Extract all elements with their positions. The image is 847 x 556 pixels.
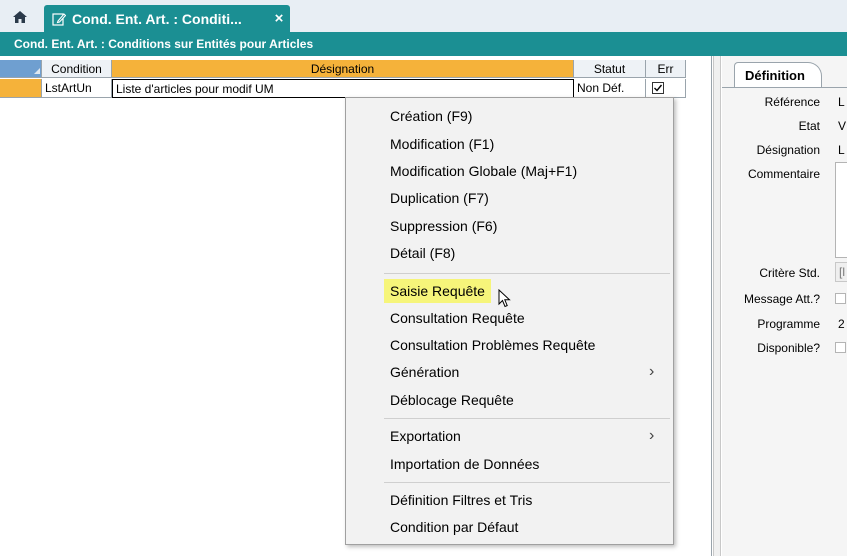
row-selector[interactable] <box>0 79 42 98</box>
home-icon <box>12 10 28 27</box>
column-header-designation[interactable]: Désignation <box>112 60 574 78</box>
designation-label: Désignation <box>756 143 820 157</box>
disponible-checkbox[interactable] <box>835 342 846 353</box>
menu-item-definition-filtres[interactable]: Définition Filtres et Tris <box>384 488 538 512</box>
commentaire-label: Commentaire <box>747 167 820 181</box>
menu-item-detail[interactable]: Détail (F8) <box>384 241 461 265</box>
etat-value[interactable]: V <box>838 119 846 133</box>
menu-item-duplication[interactable]: Duplication (F7) <box>384 186 495 210</box>
grid-corner[interactable] <box>0 60 42 78</box>
column-header-statut[interactable]: Statut <box>574 60 646 78</box>
close-icon[interactable]: × <box>268 10 290 27</box>
menu-separator <box>384 273 670 274</box>
chevron-right-icon: › <box>649 363 655 380</box>
column-header-condition[interactable]: Condition <box>42 60 112 78</box>
reference-label: Référence <box>764 95 820 109</box>
menu-item-consultation-problemes[interactable]: Consultation Problèmes Requête <box>384 333 601 357</box>
menu-item-creation[interactable]: Création (F9) <box>384 104 478 128</box>
context-menu: Création (F9) Modification (F1) Modifica… <box>345 97 674 545</box>
programme-value[interactable]: 2 <box>838 317 845 331</box>
message-label: Message Att.? <box>743 292 820 306</box>
menu-separator <box>384 482 670 483</box>
grid-header: Condition Désignation Statut Err <box>0 60 690 79</box>
tab-divider <box>722 87 847 88</box>
commentaire-field[interactable] <box>835 162 847 258</box>
column-header-err[interactable]: Err <box>646 60 686 78</box>
cell-statut[interactable]: Non Déf. <box>574 79 646 98</box>
critere-field[interactable]: [l <box>835 262 847 282</box>
panel-splitter[interactable] <box>713 56 721 556</box>
menu-item-modification-globale[interactable]: Modification Globale (Maj+F1) <box>384 159 583 183</box>
tab-title: Cond. Ent. Art. : Conditi... <box>72 10 242 27</box>
critere-label: Critère Std. <box>759 266 820 280</box>
tab-definition[interactable]: Définition <box>734 62 822 88</box>
tab-strip: Cond. Ent. Art. : Conditi... × <box>0 0 847 33</box>
table-row[interactable]: LstArtUn Liste d'articles pour modif UM … <box>0 79 690 98</box>
window-title: Cond. Ent. Art. : Conditions sur Entités… <box>0 32 847 56</box>
edit-icon <box>52 12 66 26</box>
chevron-right-icon: › <box>649 427 655 444</box>
menu-item-condition-defaut[interactable]: Condition par Défaut <box>384 515 524 539</box>
menu-separator <box>384 418 670 419</box>
cell-err[interactable] <box>646 79 686 98</box>
detail-panel: Définition Référence L Etat V Désignatio… <box>722 56 847 556</box>
menu-item-deblocage-requete[interactable]: Déblocage Requête <box>384 388 520 412</box>
menu-item-importation[interactable]: Importation de Données <box>384 452 545 476</box>
designation-value[interactable]: L <box>838 143 845 157</box>
cell-condition[interactable]: LstArtUn <box>42 79 112 98</box>
err-checkbox[interactable] <box>652 82 664 94</box>
menu-item-exportation[interactable]: Exportation <box>384 424 467 448</box>
mouse-cursor-icon <box>498 288 512 312</box>
etat-label: Etat <box>798 119 820 133</box>
message-checkbox[interactable] <box>835 293 846 304</box>
reference-value[interactable]: L <box>838 95 845 109</box>
programme-label: Programme <box>757 317 820 331</box>
menu-item-saisie-requete[interactable]: Saisie Requête <box>384 279 491 303</box>
home-tab[interactable] <box>2 5 38 32</box>
cell-designation[interactable]: Liste d'articles pour modif UM <box>112 79 574 98</box>
menu-item-suppression[interactable]: Suppression (F6) <box>384 214 503 238</box>
disponible-label: Disponible? <box>757 341 820 355</box>
tab-conditions-entites[interactable]: Cond. Ent. Art. : Conditi... × <box>44 5 290 32</box>
menu-item-generation[interactable]: Génération <box>384 360 465 384</box>
menu-item-modification[interactable]: Modification (F1) <box>384 132 500 156</box>
